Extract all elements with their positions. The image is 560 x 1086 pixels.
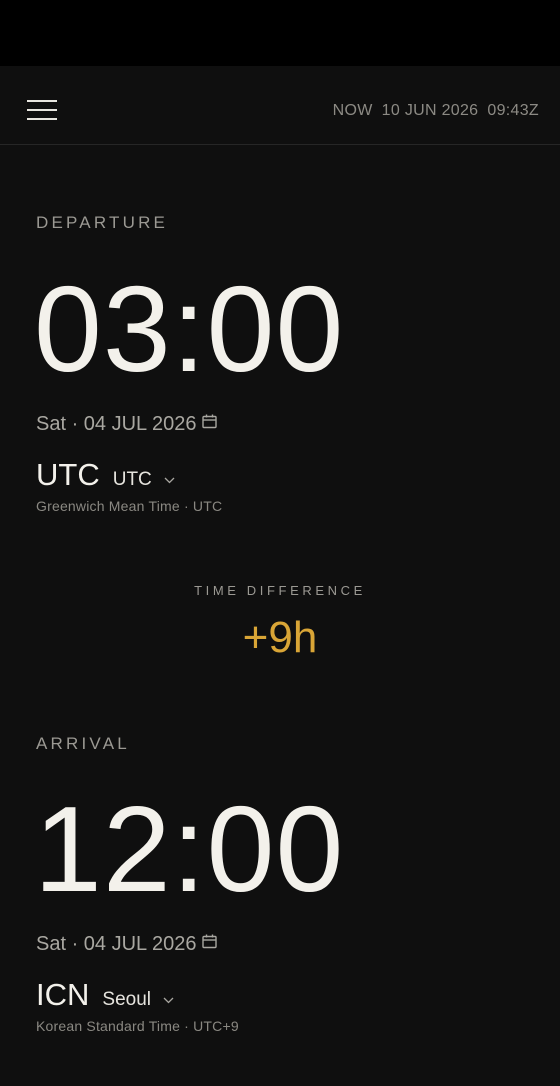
now-date: 10 JUN 2026 [381, 102, 479, 119]
departure-zone-select-value: UTC [112, 469, 152, 490]
departure-date-picker[interactable]: Sat · 04 JUL 2026 [36, 412, 218, 436]
arrival-zone-select[interactable]: Seoul [102, 989, 174, 1011]
arrival-time[interactable]: 12:00 [34, 788, 344, 910]
departure-zone-code: UTC [36, 457, 100, 492]
arrival-date: Sat · 04 JUL 2026 [36, 933, 197, 955]
arrival-label: ARRIVAL [36, 734, 130, 753]
arrival-zone-code: ICN [36, 977, 90, 1012]
departure-zone-description: Greenwich Mean Time · UTC [36, 498, 223, 514]
calendar-icon [202, 932, 218, 955]
menu-icon[interactable] [27, 100, 57, 122]
departure-date: Sat · 04 JUL 2026 [36, 413, 197, 435]
now-readout: NOW 10 JUN 2026 09:43Z [333, 102, 539, 120]
departure-label: DEPARTURE [36, 213, 169, 232]
chevron-down-icon [163, 988, 174, 1010]
status-bar [0, 0, 560, 66]
departure-zone-row: UTC UTC [36, 457, 175, 493]
arrival-zone-select-value: Seoul [102, 989, 151, 1010]
chevron-down-icon [164, 468, 175, 490]
calendar-icon [202, 412, 218, 435]
departure-time[interactable]: 03:00 [34, 268, 344, 390]
arrival-zone-description: Korean Standard Time · UTC+9 [36, 1018, 239, 1034]
time-difference-label: TIME DIFFERENCE [194, 583, 366, 598]
time-difference-value: +9h [242, 613, 318, 662]
arrival-zone-row: ICN Seoul [36, 977, 174, 1013]
arrival-date-picker[interactable]: Sat · 04 JUL 2026 [36, 932, 218, 956]
app-header: NOW 10 JUN 2026 09:43Z [0, 66, 560, 145]
departure-zone-select[interactable]: UTC [113, 469, 175, 491]
now-time: 09:43Z [487, 102, 539, 119]
now-label: NOW [332, 102, 373, 119]
